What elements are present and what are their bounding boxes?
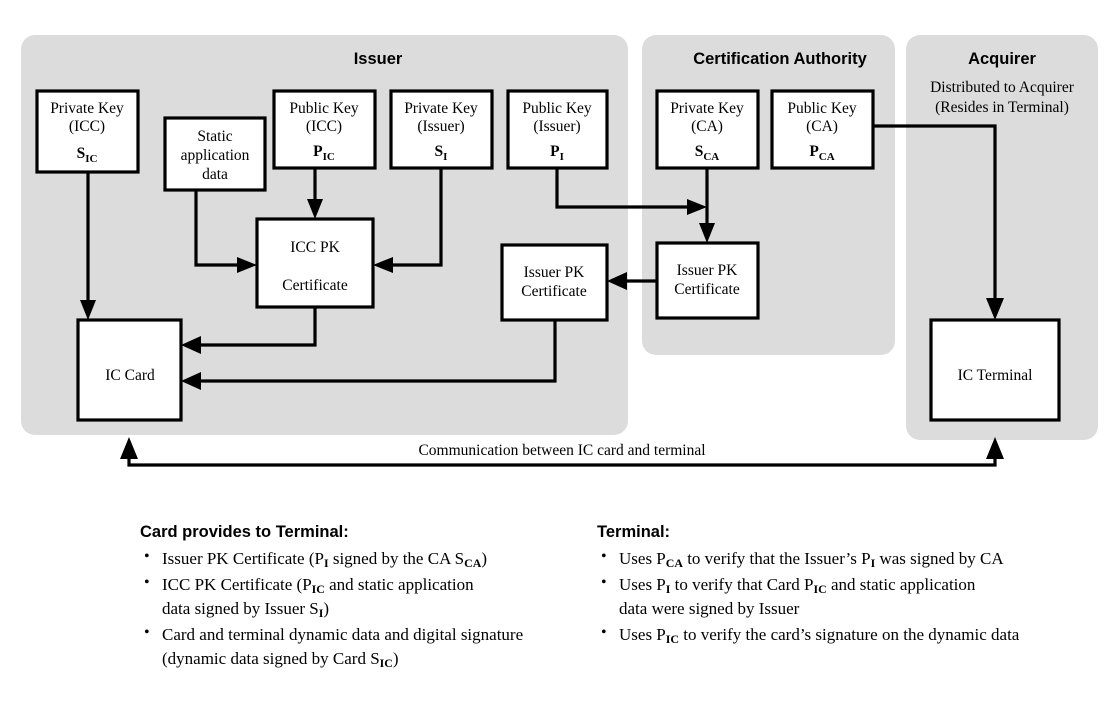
- node-issuer-pk-certificate-ca-line2: Certificate: [674, 281, 740, 298]
- node-private-key-icc-line1: Private Key: [50, 100, 124, 117]
- node-public-key-icc[interactable]: Public Key (ICC) PIC: [272, 89, 377, 170]
- node-public-key-ca-line2: (CA): [806, 118, 838, 135]
- legend-card-item-1-text: ICC PK Certificate (PIC and static appli…: [162, 574, 474, 621]
- acquirer-note-line2: (Resides in Terminal): [935, 99, 1069, 116]
- node-private-key-icc[interactable]: Private Key (ICC) SIC: [35, 89, 140, 174]
- node-private-key-issuer-line1: Private Key: [404, 100, 478, 117]
- list-item: • Uses PIC to verify the card’s signatur…: [597, 623, 1097, 647]
- node-issuer-pk-certificate-ca[interactable]: Issuer PK Certificate: [655, 241, 760, 320]
- node-static-application-data-line1: Static: [197, 128, 232, 145]
- list-item: • Uses PCA to verify that the Issuer’s P…: [597, 547, 1097, 571]
- legend-card-item-2-text: Card and terminal dynamic data and digit…: [162, 625, 524, 671]
- communication-label: Communication between IC card and termin…: [418, 442, 705, 459]
- node-issuer-pk-certificate-card[interactable]: Issuer PK Certificate: [500, 243, 609, 322]
- node-icc-pk-certificate[interactable]: ICC PK Certificate: [255, 217, 375, 309]
- list-item: • Issuer PK Certificate (PI signed by th…: [140, 547, 580, 571]
- bullet-icon: •: [601, 624, 607, 641]
- legend-card-item-0-text: Issuer PK Certificate (PI signed by the …: [162, 548, 487, 570]
- node-private-key-ca-line2: (CA): [691, 118, 723, 135]
- bullet-icon: •: [144, 547, 150, 565]
- legend: Card provides to Terminal: • Issuer PK C…: [0, 522, 1119, 717]
- node-public-key-issuer-line1: Public Key: [522, 100, 592, 117]
- node-ic-terminal-label: IC Terminal: [958, 367, 1033, 384]
- node-issuer-pk-certificate-card-line2: Certificate: [521, 283, 587, 300]
- node-private-key-ca-line1: Private Key: [670, 100, 744, 117]
- arrow-head-icon: [986, 437, 1004, 459]
- node-public-key-issuer[interactable]: Public Key (Issuer) PI: [506, 89, 609, 170]
- legend-terminal-list: • Uses PCA to verify that the Issuer’s P…: [597, 547, 1097, 648]
- node-public-key-ca-line1: Public Key: [787, 100, 857, 117]
- node-public-key-ca[interactable]: Public Key (CA) PCA: [770, 89, 875, 170]
- bullet-icon: •: [144, 573, 150, 591]
- node-ic-terminal[interactable]: IC Terminal: [929, 318, 1061, 422]
- legend-terminal-item-1-text: Uses PI to verify that Card PIC and stat…: [619, 574, 976, 618]
- node-private-key-icc-line2: (ICC): [69, 118, 105, 135]
- list-item: • Uses PI to verify that Card PIC and st…: [597, 573, 1097, 621]
- node-public-key-issuer-line2: (Issuer): [533, 118, 580, 135]
- legend-card-heading: Card provides to Terminal:: [140, 523, 349, 541]
- panel-issuer-title: Issuer: [354, 50, 403, 68]
- legend-terminal-column: Terminal: • Uses PCA to verify that the …: [597, 522, 1097, 649]
- arrow-head-icon: [120, 437, 138, 459]
- list-item: • Card and terminal dynamic data and dig…: [140, 623, 580, 671]
- legend-card-list: • Issuer PK Certificate (PI signed by th…: [140, 547, 580, 672]
- node-static-application-data-line3: data: [202, 166, 228, 183]
- legend-terminal-item-0-text: Uses PCA to verify that the Issuer’s PI …: [619, 548, 1004, 570]
- node-ic-card-label: IC Card: [105, 367, 155, 384]
- node-icc-pk-certificate-line2: Certificate: [282, 277, 348, 294]
- node-private-key-issuer-line2: (Issuer): [417, 118, 464, 135]
- list-item: • ICC PK Certificate (PIC and static app…: [140, 573, 580, 621]
- node-private-key-issuer[interactable]: Private Key (Issuer) SI: [389, 89, 494, 170]
- acquirer-note-line1: Distributed to Acquirer: [930, 79, 1075, 96]
- legend-card-column: Card provides to Terminal: • Issuer PK C…: [140, 522, 580, 673]
- node-public-key-icc-line2: (ICC): [306, 118, 342, 135]
- node-static-application-data-line2: application: [181, 147, 250, 164]
- node-static-application-data[interactable]: Static application data: [163, 116, 267, 192]
- node-private-key-ca[interactable]: Private Key (CA) SCA: [655, 89, 760, 170]
- node-ic-card[interactable]: IC Card: [76, 318, 183, 422]
- bullet-icon: •: [601, 547, 607, 565]
- node-issuer-pk-certificate-ca-line1: Issuer PK: [677, 262, 739, 279]
- legend-terminal-item-2-text: Uses PIC to verify the card’s signature …: [619, 625, 1020, 647]
- node-issuer-pk-certificate-card-line1: Issuer PK: [524, 264, 586, 281]
- bullet-icon: •: [144, 624, 150, 641]
- bullet-icon: •: [601, 573, 607, 591]
- panel-acquirer-title: Acquirer: [968, 50, 1036, 68]
- panel-ca-title: Certification Authority: [693, 50, 867, 68]
- node-icc-pk-certificate-line1: ICC PK: [290, 239, 340, 256]
- node-public-key-icc-line1: Public Key: [289, 100, 359, 117]
- legend-terminal-heading: Terminal:: [597, 523, 671, 541]
